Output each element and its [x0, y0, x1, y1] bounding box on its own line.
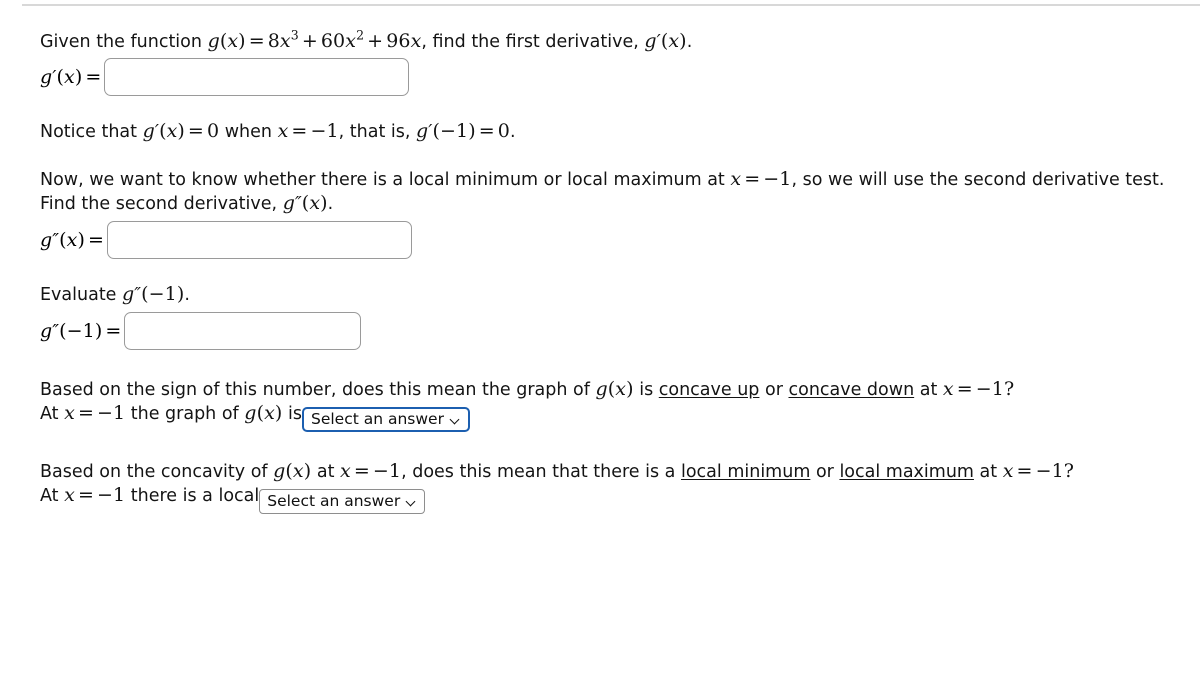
extremum-text-d: at: [979, 462, 998, 482]
extremum-select[interactable]: Select an answer: [259, 489, 426, 514]
concavity-answer-math-g: g(x): [244, 402, 283, 424]
second-test-text-b: , so we will use the second derivative t…: [791, 170, 1165, 190]
concavity-math-g: g(x): [595, 378, 634, 400]
find-second-math: g″(x): [282, 192, 328, 214]
concavity-text-a: Based on the sign of this number, does t…: [40, 380, 590, 400]
second-test-text-a: Now, we want to know whether there is a …: [40, 170, 725, 190]
evaluate-math: g″(−1): [122, 283, 185, 305]
concavity-answer-math-x: x = −1: [64, 402, 126, 424]
notice-math-b: x = −1: [277, 120, 339, 142]
second-derivative-input[interactable]: [107, 221, 412, 259]
evaluate-input[interactable]: [124, 312, 362, 350]
second-test-math-x: x = −1: [730, 168, 792, 190]
extremum-text-c: , does this mean that there is a: [401, 462, 676, 482]
first-derivative-input[interactable]: [104, 58, 410, 96]
evaluate-text: Evaluate: [40, 285, 117, 305]
concavity-select-label: Select an answer: [310, 410, 444, 428]
second-derivative-test-paragraph: Now, we want to know whether there is a …: [40, 168, 1180, 192]
evaluate-row: g″(−1) =: [40, 312, 1180, 350]
concavity-option-down: concave down: [788, 380, 915, 400]
concavity-question: Based on the sign of this number, does t…: [40, 378, 1180, 402]
second-derivative-row: g″(x) =: [40, 221, 1180, 259]
extremum-math-x: x = −1: [340, 460, 402, 482]
concavity-answer-text-c: is: [288, 404, 302, 424]
problem-body: Given the function g(x) = 8x3 +60x2 +96x, fi…: [40, 27, 1180, 514]
notice-period: .: [509, 122, 516, 142]
evaluate-input-label: g″(−1) =: [40, 320, 122, 342]
problem-statement-line: Given the function g(x) = 8x3 +60x2 +96x, fi…: [40, 27, 1180, 54]
extremum-option-min: local minimum: [680, 462, 811, 482]
find-second-text-b: .: [327, 194, 334, 214]
find-second-text-a: Find the second derivative,: [40, 194, 278, 214]
top-divider: [22, 4, 1200, 6]
concavity-answer-text-a: At: [40, 404, 59, 424]
notice-text-b: when: [224, 122, 272, 142]
intro-prefix-text: Given the function: [40, 32, 202, 52]
extremum-or: or: [815, 462, 834, 482]
concavity-text-c: at: [919, 380, 938, 400]
notice-math-c: g′(−1) = 0: [416, 120, 510, 142]
extremum-answer-text-a: At: [40, 486, 59, 506]
evaluate-line: Evaluate g″(−1).: [40, 283, 1180, 307]
extremum-text-a: Based on the concavity of: [40, 462, 268, 482]
second-derivative-label: g″(x) =: [40, 229, 104, 251]
intro-period: .: [686, 32, 693, 52]
concavity-answer-text-b: the graph of: [130, 404, 239, 424]
notice-text-a: Notice that: [40, 122, 138, 142]
extremum-select-label: Select an answer: [267, 492, 401, 510]
extremum-question: Based on the concavity of g(x) at x = −1, …: [40, 460, 1180, 484]
notice-line: Notice that g′(x) = 0 when x = −1, that is, …: [40, 120, 1180, 144]
concavity-option-up: concave up: [658, 380, 760, 400]
concavity-answer-row: At x = −1 the graph of g(x) is Select an a…: [40, 402, 1180, 432]
intro-suffix-text: , find the first derivative,: [421, 32, 639, 52]
extremum-math-g: g(x): [273, 460, 312, 482]
first-derivative-row: g′(x) =: [40, 58, 1180, 96]
concavity-select[interactable]: Select an answer: [301, 407, 470, 432]
find-second-derivative-line: Find the second derivative, g″(x).: [40, 192, 1180, 216]
intro-function-math: g(x) = 8x3 +60x2 +96x: [207, 27, 422, 52]
concavity-text-b: is: [639, 380, 654, 400]
notice-text-c: , that is,: [338, 122, 411, 142]
evaluate-period: .: [184, 285, 190, 305]
extremum-text-b: at: [316, 462, 335, 482]
chevron-down-icon: [407, 497, 417, 507]
concavity-or: or: [765, 380, 783, 400]
notice-math-a: g′(x) = 0: [142, 120, 220, 142]
chevron-down-icon: [451, 415, 461, 425]
intro-target-math: g′(x): [644, 30, 687, 52]
extremum-answer-math-x: x = −1: [64, 484, 126, 506]
extremum-option-max: local maximum: [839, 462, 974, 482]
first-derivative-label: g′(x) =: [40, 66, 102, 88]
extremum-answer-text-b: there is a local: [130, 486, 260, 506]
concavity-math-x: x = −1?: [942, 378, 1015, 400]
extremum-math-x2: x = −1?: [1002, 460, 1075, 482]
extremum-answer-row: At x = −1 there is a local Select an answe…: [40, 484, 1180, 514]
